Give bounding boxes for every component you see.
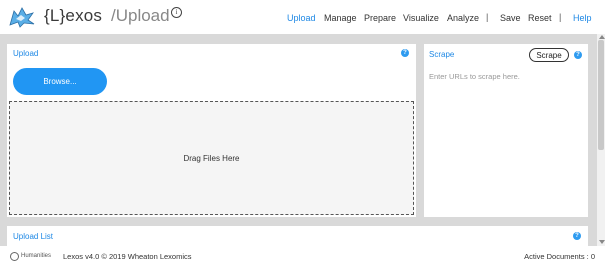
nav-upload[interactable]: Upload: [287, 13, 316, 23]
page-title: /Upload: [111, 6, 170, 25]
footer-credit: Lexos v4.0 © 2019 Wheaton Lexomics: [63, 252, 192, 261]
nav-save[interactable]: Save: [500, 13, 521, 23]
scroll-down-icon[interactable]: [599, 240, 605, 244]
scrape-button[interactable]: Scrape: [529, 48, 569, 62]
scroll-up-icon[interactable]: [599, 35, 605, 39]
nav-visualize[interactable]: Visualize: [403, 13, 439, 23]
upload-panel-title: Upload: [13, 49, 39, 58]
lexos-wolf-logo-icon[interactable]: [8, 5, 36, 29]
scrape-help-icon[interactable]: ?: [574, 51, 582, 59]
nav-prepare[interactable]: Prepare: [364, 13, 396, 23]
browse-button[interactable]: Browse...: [13, 68, 107, 95]
humanities-ring-icon: [10, 251, 19, 261]
nav-separator: |: [559, 12, 562, 22]
top-bar: {L}exos /Upload i Upload Manage Prepare …: [0, 0, 605, 34]
humanities-logo-text: Humanities: [21, 253, 52, 259]
scrape-url-input[interactable]: Enter URLs to scrape here.: [429, 72, 579, 81]
dropzone-label: Drag Files Here: [183, 154, 240, 163]
nav-analyze[interactable]: Analyze: [447, 13, 479, 23]
upload-list-help-icon[interactable]: ?: [573, 232, 581, 240]
nav-separator: |: [486, 12, 489, 22]
brand-title[interactable]: {L}exos: [44, 6, 102, 26]
scrape-panel-title: Scrape: [429, 50, 455, 59]
scrollbar-thumb[interactable]: [598, 40, 604, 150]
nav-reset[interactable]: Reset: [528, 13, 552, 23]
nav-manage[interactable]: Manage: [324, 13, 357, 23]
active-documents-count: Active Documents : 0: [524, 252, 595, 261]
upload-list-panel: [7, 226, 588, 246]
app-window: {L}exos /Upload i Upload Manage Prepare …: [0, 0, 605, 266]
info-icon[interactable]: i: [171, 7, 182, 18]
upload-help-icon[interactable]: ?: [401, 49, 409, 57]
scrape-panel: [424, 44, 588, 217]
file-dropzone[interactable]: Drag Files Here: [9, 101, 414, 215]
nav-help[interactable]: Help: [573, 13, 592, 23]
upload-list-title: Upload List: [13, 232, 54, 241]
humanities-logo[interactable]: Humanities: [10, 250, 60, 262]
